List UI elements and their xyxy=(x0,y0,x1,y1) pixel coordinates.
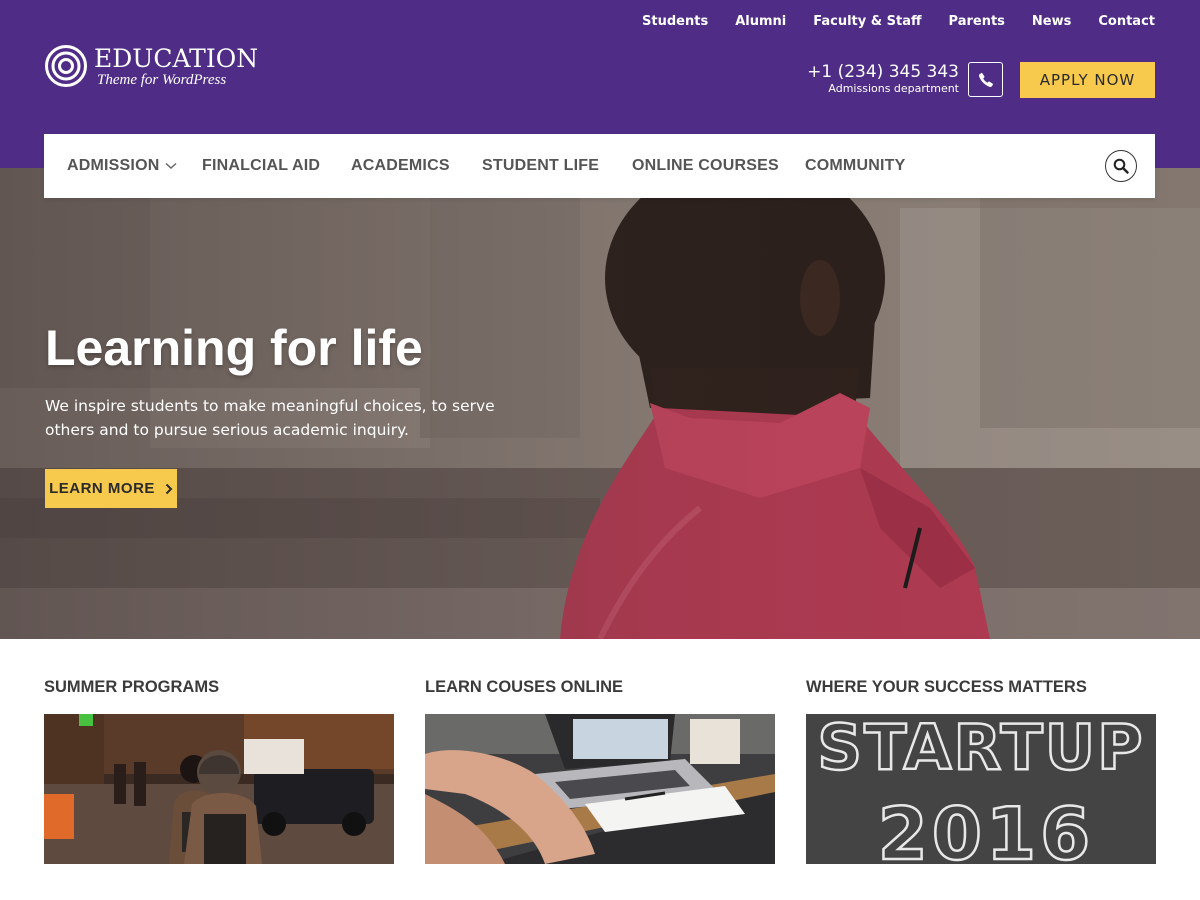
top-link-alumni[interactable]: Alumni xyxy=(735,14,786,29)
hero-banner: Learning for life We inspire students to… xyxy=(0,168,1200,639)
feature-image-laptop[interactable] xyxy=(425,714,775,864)
nav-item-admission[interactable]: ADMISSION xyxy=(67,134,177,198)
learn-more-button[interactable]: LEARN MORE xyxy=(45,469,177,508)
nav-item-label: STUDENT LIFE xyxy=(482,157,600,174)
phone-button[interactable] xyxy=(968,62,1003,97)
hero-description: We inspire students to make meaningful c… xyxy=(45,397,495,439)
feature-learn-courses-online[interactable]: LEARN COUSES ONLINE xyxy=(425,676,775,864)
feature-image-chalkboard[interactable]: STARTUP 2016 xyxy=(806,714,1156,864)
hero-title: Learning for life xyxy=(45,320,423,376)
top-link-faculty-staff[interactable]: Faculty & Staff xyxy=(813,14,921,29)
feature-image-street-crowd[interactable] xyxy=(44,714,394,864)
learn-more-label: LEARN MORE xyxy=(49,480,155,497)
nav-item-label: ONLINE COURSES xyxy=(632,157,779,174)
nav-item-label: ADMISSION xyxy=(67,157,160,174)
street-crowd-image xyxy=(44,714,394,864)
contact-department: Admissions department xyxy=(828,82,959,95)
laptop-image xyxy=(425,714,775,864)
main-navigation: ADMISSION FINALCIAL AID ACADEMICS STUDEN… xyxy=(44,134,1155,198)
top-link-parents[interactable]: Parents xyxy=(949,14,1005,29)
site-logo[interactable]: EDUCATION Theme for WordPress xyxy=(44,44,258,88)
nav-item-financial-aid[interactable]: FINALCIAL AID xyxy=(202,134,320,198)
nav-item-online-courses[interactable]: ONLINE COURSES xyxy=(632,134,779,198)
top-link-news[interactable]: News xyxy=(1032,14,1071,29)
feature-title[interactable]: LEARN COUSES ONLINE xyxy=(425,676,775,700)
chalk-text-startup: STARTUP xyxy=(817,714,1144,784)
logo-title: EDUCATION xyxy=(94,43,259,73)
feature-title[interactable]: SUMMER PROGRAMS xyxy=(44,676,394,700)
feature-summer-programs[interactable]: SUMMER PROGRAMS xyxy=(44,676,394,864)
phone-icon xyxy=(978,72,993,87)
top-links: Students Alumni Faculty & Staff Parents … xyxy=(642,14,1155,29)
nav-item-label: ACADEMICS xyxy=(351,157,450,174)
chalk-text-year: 2016 xyxy=(878,792,1094,864)
contact-info: +1 (234) 345 343 Admissions department xyxy=(807,62,959,96)
top-link-students[interactable]: Students xyxy=(642,14,708,29)
feature-title[interactable]: WHERE YOUR SUCCESS MATTERS xyxy=(806,676,1156,700)
chevron-down-icon xyxy=(165,162,177,170)
logo-icon xyxy=(45,45,87,87)
nav-item-community[interactable]: COMMUNITY xyxy=(805,134,905,198)
chalkboard-image: STARTUP 2016 xyxy=(806,714,1156,864)
nav-item-student-life[interactable]: STUDENT LIFE xyxy=(482,134,599,198)
search-icon xyxy=(1113,158,1129,174)
nav-item-academics[interactable]: ACADEMICS xyxy=(351,134,450,198)
feature-success-matters[interactable]: WHERE YOUR SUCCESS MATTERS STARTUP 2016 xyxy=(806,676,1156,864)
top-link-contact[interactable]: Contact xyxy=(1098,14,1155,29)
search-button[interactable] xyxy=(1105,150,1137,182)
apply-now-button[interactable]: APPLY NOW xyxy=(1020,62,1155,98)
contact-phone-number[interactable]: +1 (234) 345 343 xyxy=(807,62,959,82)
chevron-right-icon xyxy=(165,483,173,494)
nav-item-label: FINALCIAL AID xyxy=(202,157,321,174)
nav-item-label: COMMUNITY xyxy=(805,157,906,174)
logo-subtitle: Theme for WordPress xyxy=(97,71,227,88)
